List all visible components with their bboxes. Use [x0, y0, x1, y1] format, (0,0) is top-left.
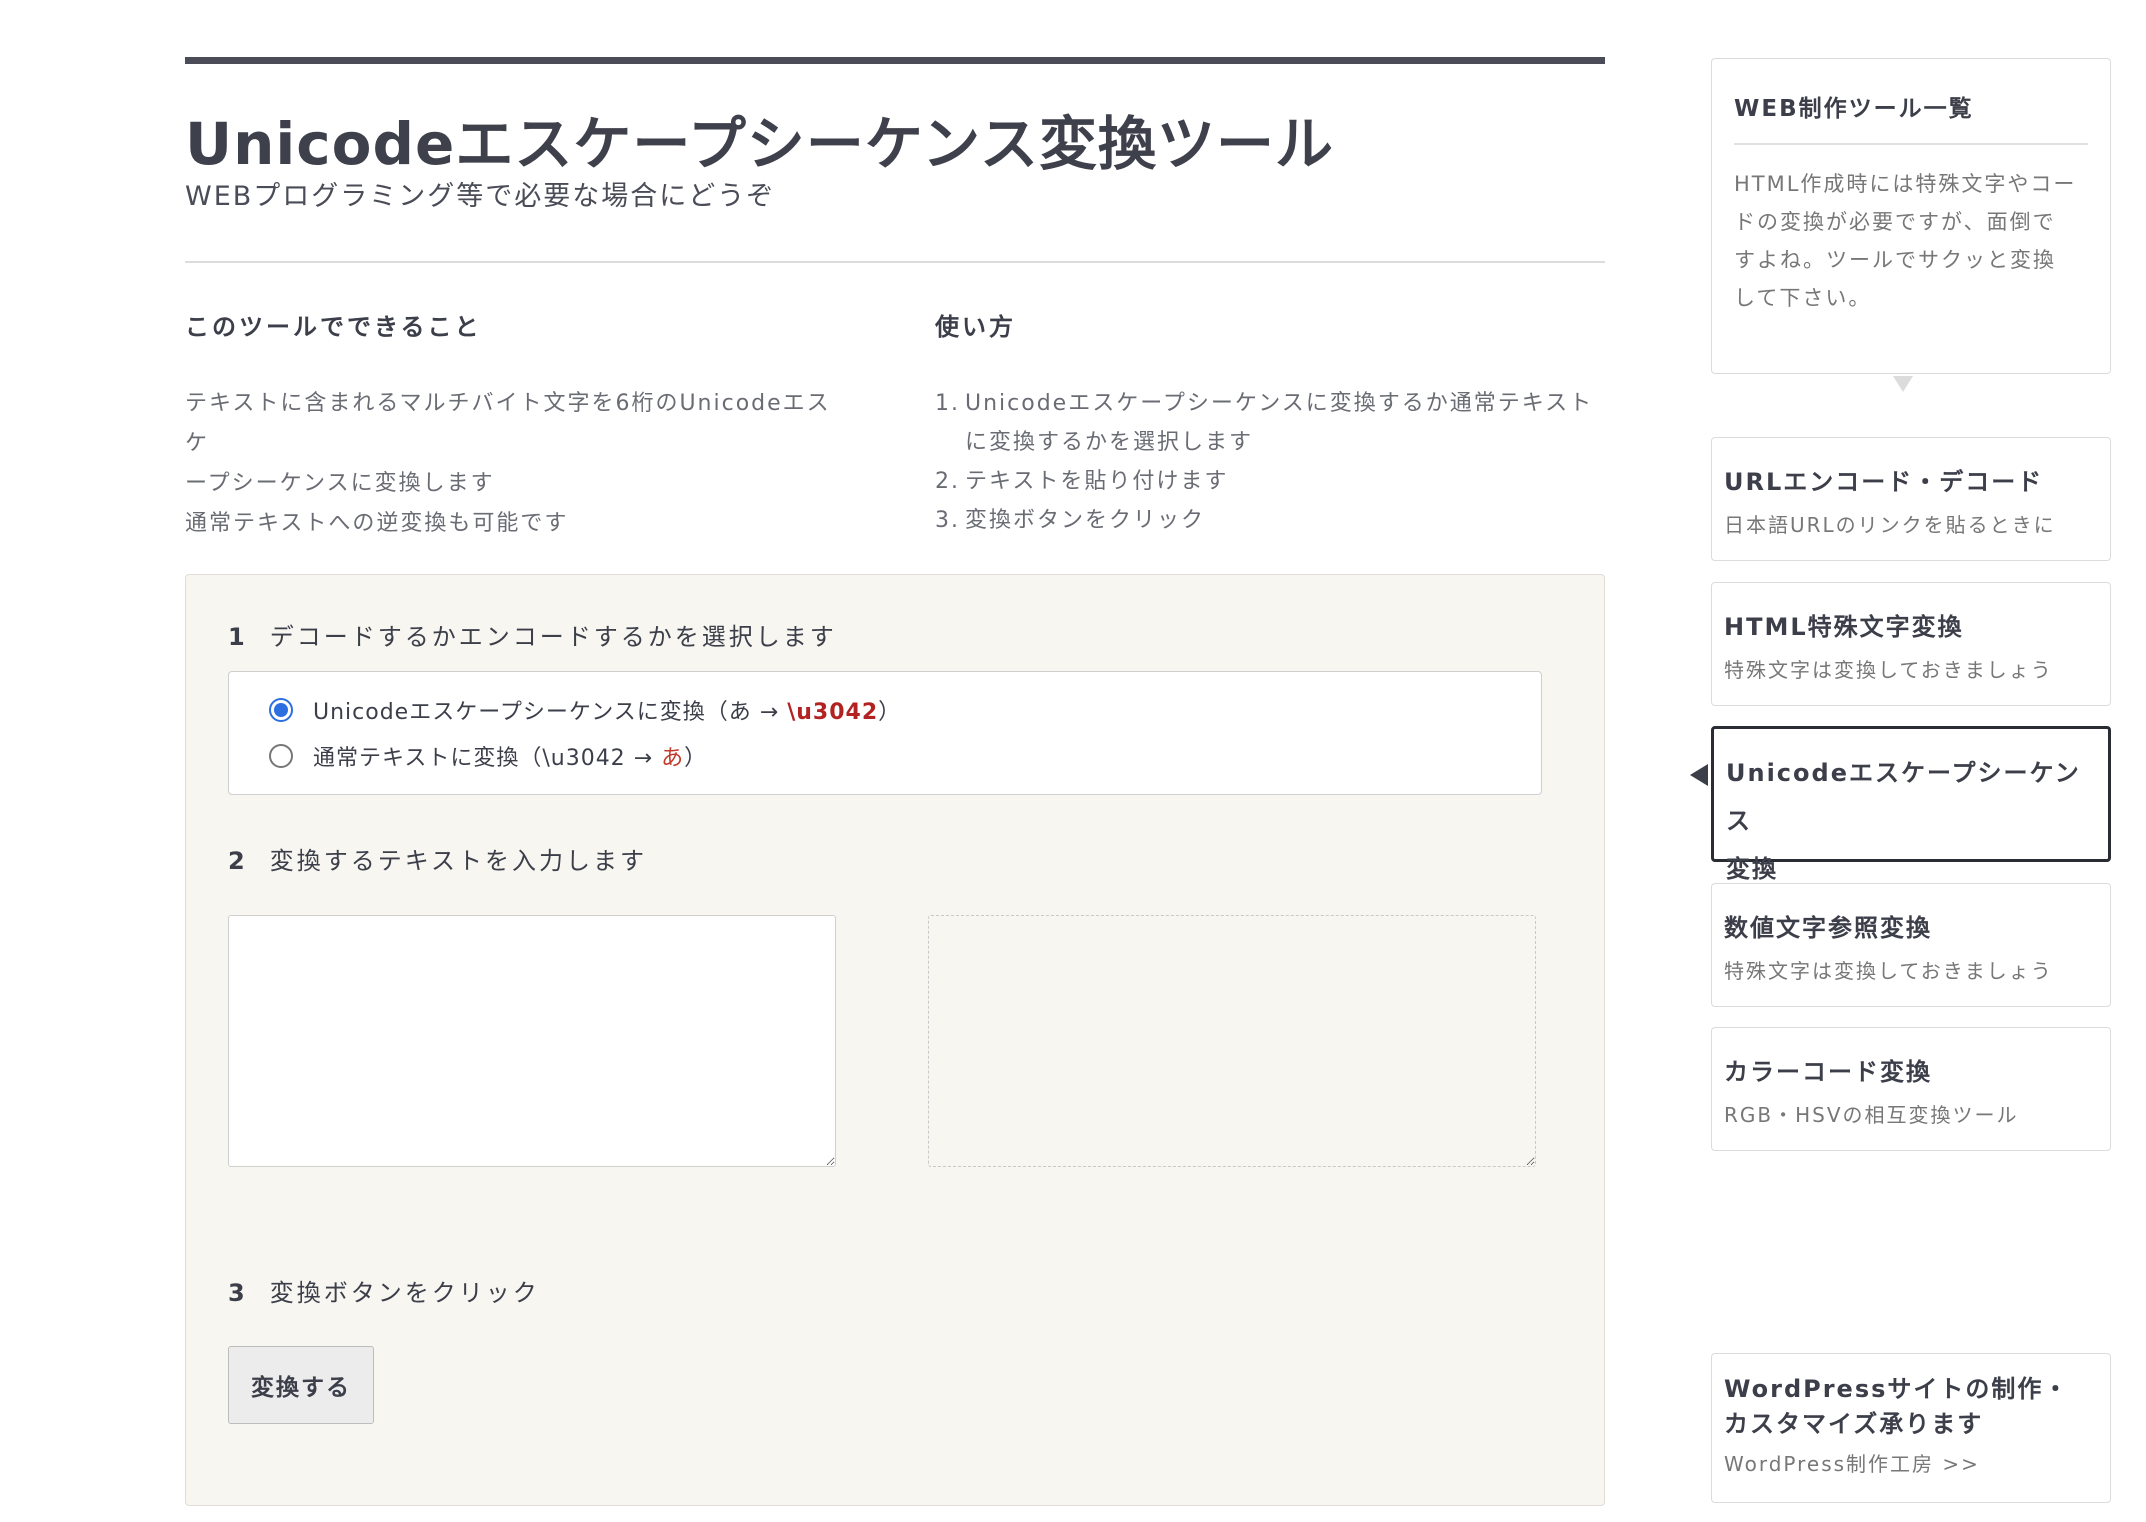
step1-title: 1 デコードするかエンコードするかを選択します [228, 617, 837, 652]
step-number: 2. [935, 469, 960, 494]
title-line: カスタマイズ承ります [1724, 1410, 1984, 1438]
about-section: このツールでできること テキストに含まれるマルチバイト文字を6桁のUnicode… [185, 263, 845, 544]
step1-label: デコードするかエンコードするかを選択します [269, 623, 837, 651]
option-decode-label: 通常テキストに変換（\u3042 → あ） [313, 740, 707, 772]
caret-left-icon [1690, 764, 1708, 786]
about-heading: このツールでできること [185, 313, 482, 341]
info-columns: このツールでできること テキストに含まれるマルチバイト文字を6桁のUnicode… [185, 263, 1605, 563]
sidebar-header-card: WEB制作ツール一覧 HTML作成時には特殊文字やコー ドの変換が必要ですが、面… [1711, 58, 2111, 374]
option-highlight: あ [661, 746, 685, 771]
option-encode-label: Unicodeエスケープシーケンスに変換（あ → \u3042） [313, 694, 901, 726]
promo-title: WordPressサイトの制作・ カスタマイズ承ります [1724, 1372, 2098, 1442]
about-line: ープシーケンスに変換します [185, 471, 495, 496]
sidebar-desc-line: ドの変換が必要ですが、面倒で [1734, 210, 2056, 234]
sidebar-item-title: 数値文字参照変換 [1724, 914, 1932, 942]
about-line: 通常テキストへの逆変換も可能です [185, 511, 569, 536]
promo-link[interactable]: WordPress制作工房 >> [1724, 1448, 2098, 1477]
sidebar-description: HTML作成時には特殊文字やコー ドの変換が必要ですが、面倒で すよね。ツールで… [1734, 165, 2088, 317]
option-text: ） [684, 746, 708, 771]
option-text: ） [878, 700, 902, 725]
usage-step: 2. テキストを貼り付けます [935, 462, 1605, 501]
step2-title: 2 変換するテキストを入力します [228, 841, 647, 876]
step3-number: 3 [228, 1279, 248, 1307]
sidebar-title: WEB制作ツール一覧 [1734, 89, 2088, 145]
sidebar-item-url-encode[interactable]: URLエンコード・デコード 日本語URLのリンクを貼るときに [1711, 437, 2111, 561]
sidebar-desc-line: して下さい。 [1734, 286, 1872, 310]
step-text: テキストを貼り付けます [965, 469, 1229, 494]
sidebar-item-title: HTML特殊文字変換 [1724, 613, 1964, 641]
option-text: 通常テキストに変換（\u3042 → [313, 746, 662, 771]
option-decode[interactable]: 通常テキストに変換（\u3042 → あ） [269, 740, 707, 772]
usage-steps: 1. Unicodeエスケープシーケンスに変換するか通常テキスト に変換するかを… [935, 384, 1605, 540]
option-text: Unicodeエスケープシーケンスに変換（あ → [313, 700, 788, 725]
step-number: 3. [935, 508, 960, 533]
option-encode[interactable]: Unicodeエスケープシーケンスに変換（あ → \u3042） [269, 694, 901, 726]
mode-selector: Unicodeエスケープシーケンスに変換（あ → \u3042） 通常テキストに… [228, 671, 1542, 795]
step-line: に変換するかを選択します [965, 430, 1254, 455]
sidebar-promo-wordpress[interactable]: WordPressサイトの制作・ カスタマイズ承ります WordPress制作工… [1711, 1353, 2111, 1503]
radio-decode[interactable] [269, 744, 293, 768]
converter-panel: 1 デコードするかエンコードするかを選択します Unicodeエスケープシーケンス… [185, 574, 1605, 1506]
option-highlight: \u3042 [787, 700, 879, 725]
sidebar-item-title: URLエンコード・デコード [1724, 468, 2044, 496]
usage-step: 3. 変換ボタンをクリック [935, 501, 1605, 540]
usage-heading: 使い方 [935, 313, 1016, 341]
title-line: WordPressサイトの制作・ [1724, 1375, 2070, 1403]
step-number: 1. [935, 391, 960, 416]
usage-section: 使い方 1. Unicodeエスケープシーケンスに変換するか通常テキスト に変換… [935, 263, 1605, 540]
usage-step: 1. Unicodeエスケープシーケンスに変換するか通常テキスト に変換するかを… [935, 384, 1605, 462]
sidebar-item-color-code[interactable]: カラーコード変換 RGB・HSVの相互変換ツール [1711, 1027, 2111, 1151]
about-line: テキストに含まれるマルチバイト文字を6桁のUnicodeエスケ [185, 391, 831, 456]
sidebar-item-sub: RGB・HSVの相互変換ツール [1724, 1103, 2019, 1127]
step2-label: 変換するテキストを入力します [269, 847, 647, 875]
step3-title: 3 変換ボタンをクリック [228, 1273, 540, 1308]
step-text: Unicodeエスケープシーケンスに変換するか通常テキスト に変換するかを選択し… [965, 384, 1593, 462]
step3-label: 変換ボタンをクリック [269, 1279, 540, 1307]
step-line: Unicodeエスケープシーケンスに変換するか通常テキスト [965, 391, 1594, 416]
sidebar-item-html-special[interactable]: HTML特殊文字変換 特殊文字は変換しておきましょう [1711, 582, 2111, 706]
sidebar-desc-line: すよね。ツールでサクッと変換 [1734, 248, 2056, 272]
radio-encode[interactable] [269, 698, 293, 722]
sidebar-item-title: カラーコード変換 [1724, 1058, 1932, 1086]
page-title: Unicodeエスケープシーケンス変換ツール [185, 110, 1334, 178]
sidebar-item-numeric-ref[interactable]: 数値文字参照変換 特殊文字は変換しておきましょう [1711, 883, 2111, 1007]
output-textarea[interactable] [928, 915, 1536, 1167]
sidebar-item-sub: 特殊文字は変換しておきましょう [1724, 959, 2053, 983]
main-content: Unicodeエスケープシーケンス変換ツール WEBプログラミング等で必要な場合… [185, 57, 1605, 1506]
sidebar-desc-line: HTML作成時には特殊文字やコー [1734, 172, 2077, 196]
input-textarea[interactable] [228, 915, 836, 1167]
step-text: 変換ボタンをクリック [965, 508, 1206, 533]
caret-down-icon [1893, 376, 1913, 392]
top-accent-bar [185, 57, 1605, 64]
sidebar-item-unicode-active[interactable]: Unicodeエスケープシーケンス 変換 [1711, 726, 2111, 883]
step2-number: 2 [228, 847, 248, 875]
title-line: Unicodeエスケープシーケンス [1726, 759, 2081, 835]
about-description: テキストに含まれるマルチバイト文字を6桁のUnicodeエスケ ープシーケンスに… [185, 384, 845, 544]
step1-number: 1 [228, 623, 248, 651]
convert-button[interactable]: 変換する [228, 1346, 374, 1424]
sidebar-item-sub: 特殊文字は変換しておきましょう [1724, 658, 2053, 682]
sidebar-item-sub: 日本語URLのリンクを貼るときに [1724, 513, 2056, 537]
sidebar-item-title: Unicodeエスケープシーケンス 変換 [1726, 749, 2096, 893]
